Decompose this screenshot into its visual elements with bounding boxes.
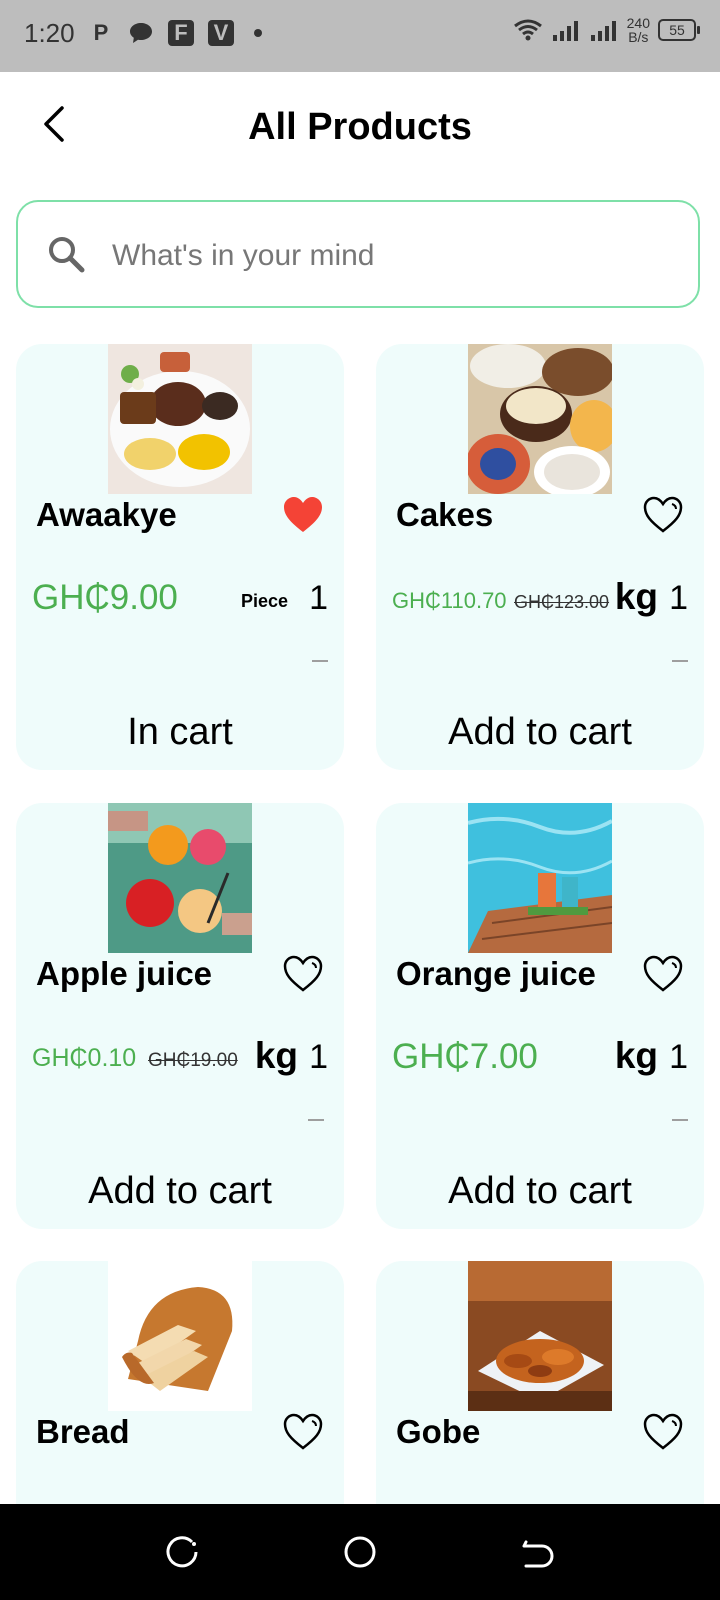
quantity: 1 xyxy=(309,579,328,617)
price-row: GH₵0.10 GH₵19.00 kg 1 xyxy=(32,1035,328,1079)
product-image[interactable] xyxy=(468,803,612,953)
product-card[interactable]: Apple juice GH₵0.10 GH₵19.00 kg 1 Add to… xyxy=(16,803,344,1229)
product-name: Awaakye xyxy=(36,496,177,533)
network-speed: 240 B/s xyxy=(626,15,650,45)
product-card[interactable]: Awaakye GH₵9.00 Piece 1 In cart xyxy=(16,344,344,770)
p-app-icon: P xyxy=(93,20,109,45)
product-card[interactable]: Cakes GH₵110.70 GH₵123.00 kg 1 Add to ca… xyxy=(376,344,704,770)
product-name: Orange juice xyxy=(396,955,596,992)
system-icons: 240 B/s 55 xyxy=(513,15,700,45)
status-bar: 1:20 P F V 240 B/s 55 xyxy=(0,0,720,72)
status-time: 1:20 xyxy=(24,18,75,48)
battery-icon: 55 xyxy=(658,19,700,41)
heart-filled-icon[interactable] xyxy=(282,494,324,536)
search-icon xyxy=(49,237,85,273)
original-price: GH₵19.00 xyxy=(148,1050,238,1071)
page-title: All Products xyxy=(248,106,472,148)
product-image[interactable] xyxy=(108,344,252,494)
add-to-cart-button[interactable]: Add to cart xyxy=(376,1169,704,1214)
unit-label: kg xyxy=(614,576,658,617)
heart-outline-icon[interactable] xyxy=(282,1411,324,1453)
facebook-icon: F xyxy=(168,20,194,46)
product-name: Gobe xyxy=(396,1413,481,1450)
recent-apps-icon[interactable] xyxy=(166,1534,202,1570)
signal-icon xyxy=(552,21,578,41)
product-image[interactable] xyxy=(468,1261,612,1411)
quantity: 1 xyxy=(669,1038,688,1076)
unit-label: kg xyxy=(254,1035,298,1076)
system-navigation-bar xyxy=(0,1504,720,1600)
product-name: Bread xyxy=(36,1413,130,1450)
signal-icon-2 xyxy=(590,21,616,41)
notification-icons: P F V xyxy=(88,20,262,46)
product-image[interactable] xyxy=(108,1261,252,1411)
unit-label: Piece xyxy=(240,591,288,611)
discount-price: GH₵110.70 xyxy=(392,588,507,613)
chat-icon xyxy=(128,20,154,46)
product-name: Cakes xyxy=(396,496,494,533)
search-input[interactable] xyxy=(110,228,674,284)
heart-outline-icon[interactable] xyxy=(642,953,684,995)
price-row: GH₵110.70 GH₵123.00 kg 1 xyxy=(392,576,688,620)
add-to-cart-button[interactable]: Add to cart xyxy=(16,1169,344,1214)
wifi-icon xyxy=(513,19,542,41)
price-row: GH₵7.00 kg 1 xyxy=(392,1035,688,1079)
decrease-quantity-button[interactable] xyxy=(672,660,688,662)
quantity: 1 xyxy=(309,1038,328,1076)
product-card[interactable]: Orange juice GH₵7.00 kg 1 Add to cart xyxy=(376,803,704,1229)
product-card[interactable]: Bread xyxy=(16,1261,344,1504)
product-card[interactable]: Gobe xyxy=(376,1261,704,1504)
product-image[interactable] xyxy=(108,803,252,953)
app-header: All Products xyxy=(0,72,720,186)
search-bar[interactable] xyxy=(16,200,700,308)
decrease-quantity-button[interactable] xyxy=(672,1119,688,1121)
heart-outline-icon[interactable] xyxy=(642,1411,684,1453)
price: GH₵7.00 xyxy=(392,1037,538,1076)
home-icon[interactable] xyxy=(342,1534,378,1570)
v-app-icon: V xyxy=(208,20,234,46)
more-notifications-dot xyxy=(254,29,262,37)
heart-outline-icon[interactable] xyxy=(642,494,684,536)
unit-label: kg xyxy=(614,1035,658,1076)
discount-price: GH₵0.10 xyxy=(32,1044,137,1072)
original-price: GH₵123.00 xyxy=(514,592,610,612)
price: GH₵9.00 xyxy=(32,578,178,617)
quantity: 1 xyxy=(669,579,688,617)
heart-outline-icon[interactable] xyxy=(282,953,324,995)
decrease-quantity-button[interactable] xyxy=(308,1119,324,1121)
add-to-cart-button[interactable]: Add to cart xyxy=(376,710,704,755)
price-row: GH₵9.00 Piece 1 xyxy=(32,578,328,620)
product-name: Apple juice xyxy=(36,955,213,992)
product-image[interactable] xyxy=(468,344,612,494)
back-nav-icon[interactable] xyxy=(518,1534,554,1570)
in-cart-button[interactable]: In cart xyxy=(16,710,344,755)
decrease-quantity-button[interactable] xyxy=(312,660,328,662)
